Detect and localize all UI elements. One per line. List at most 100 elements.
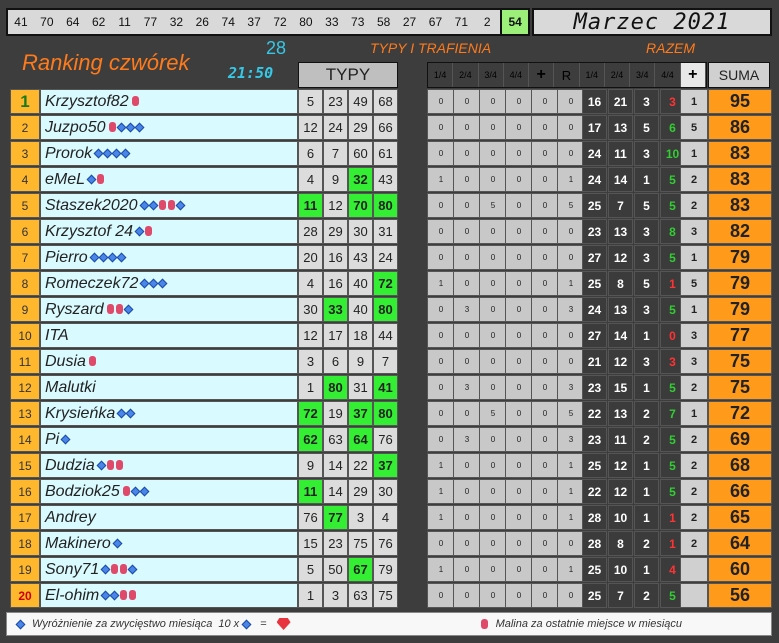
player-name-text: Makinero bbox=[45, 534, 111, 552]
stat-cell: 0 bbox=[557, 219, 585, 244]
footer-equals: = bbox=[260, 618, 267, 630]
razem-cell: 2 bbox=[634, 427, 659, 452]
stat-cell: 1 bbox=[427, 479, 455, 504]
typ-cell: 6 bbox=[323, 349, 348, 374]
player-name-text: Andrey bbox=[45, 508, 96, 526]
typ-cell: 4 bbox=[298, 167, 323, 192]
razem-cell: 12 bbox=[608, 479, 633, 504]
stat-cell: 0 bbox=[505, 167, 533, 192]
raspberry-icon bbox=[480, 619, 488, 629]
typ-cell: 4 bbox=[298, 271, 323, 296]
footer-left-text: Wyróżnienie za zwycięstwo miesiąca bbox=[32, 618, 213, 630]
rank-cell: 7 bbox=[10, 245, 40, 270]
typ-cell: 80 bbox=[323, 375, 348, 400]
razem-cell: 8 bbox=[608, 531, 633, 556]
stat-cell: 0 bbox=[531, 479, 559, 504]
drawn-number: 72 bbox=[273, 15, 287, 29]
typ-cell: 24 bbox=[373, 245, 398, 270]
typ-cell: 80 bbox=[373, 297, 398, 322]
razem-cell: 1 bbox=[634, 479, 659, 504]
stat-cell: 3 bbox=[557, 427, 585, 452]
stat-cell: 0 bbox=[557, 115, 585, 140]
suma-cell: 83 bbox=[708, 193, 772, 218]
razem-cell: 13 bbox=[608, 401, 633, 426]
stat-cell: 0 bbox=[557, 245, 585, 270]
stat-header-cell: 4/4 bbox=[655, 63, 681, 87]
stat-cell: 0 bbox=[427, 193, 455, 218]
razem-cell: 17 bbox=[582, 115, 607, 140]
diamond-icon bbox=[157, 278, 168, 289]
typ-cell: 76 bbox=[373, 427, 398, 452]
razem-cell: 25 bbox=[582, 453, 607, 478]
razem-cell: 10 bbox=[608, 505, 633, 530]
player-name-text: Romeczek72 bbox=[45, 274, 139, 292]
awards bbox=[131, 96, 140, 107]
stat-cell: 0 bbox=[453, 219, 481, 244]
stat-cell: 0 bbox=[479, 297, 507, 322]
typ-cell: 43 bbox=[348, 245, 373, 270]
typ-cell: 72 bbox=[298, 401, 323, 426]
razem-cell: 7 bbox=[608, 583, 633, 608]
typ-cell: 3 bbox=[323, 583, 348, 608]
awards bbox=[106, 304, 134, 315]
player-name: El-ohim bbox=[40, 583, 298, 608]
player-name-text: Dusia bbox=[45, 352, 86, 370]
typ-cell: 76 bbox=[298, 505, 323, 530]
stat-cell: 0 bbox=[453, 479, 481, 504]
plus-cell: 2 bbox=[680, 479, 708, 504]
plus-cell: 2 bbox=[680, 427, 708, 452]
stat-cell: 0 bbox=[505, 557, 533, 582]
plus-cell: 3 bbox=[680, 323, 708, 348]
drawn-number: 37 bbox=[247, 15, 261, 29]
plus-cell: 3 bbox=[680, 349, 708, 374]
player-name: Andrey bbox=[40, 505, 298, 530]
typ-cell: 43 bbox=[373, 167, 398, 192]
stat-cell: 0 bbox=[505, 349, 533, 374]
stat-cell: 0 bbox=[427, 245, 455, 270]
raspberry-icon bbox=[158, 200, 166, 211]
stat-cell: 5 bbox=[479, 401, 507, 426]
typ-cell: 79 bbox=[373, 557, 398, 582]
typ-cell: 3 bbox=[298, 349, 323, 374]
typ-cell: 18 bbox=[348, 323, 373, 348]
player-name-text: Krzysztof82 bbox=[45, 92, 129, 110]
diamond-icon bbox=[109, 590, 120, 601]
rank-cell: 4 bbox=[10, 167, 40, 192]
stat-cell: 0 bbox=[427, 349, 455, 374]
rank-cell: 12 bbox=[10, 375, 40, 400]
drawn-number: 26 bbox=[195, 15, 209, 29]
stat-header-cell: 4/4 bbox=[504, 63, 530, 87]
suma-cell: 75 bbox=[708, 349, 772, 374]
suma-cell: 68 bbox=[708, 453, 772, 478]
diamond-icon bbox=[139, 486, 150, 497]
stat-cell: 0 bbox=[479, 323, 507, 348]
diamond-icon bbox=[127, 564, 138, 575]
section-razem: RAZEM bbox=[646, 40, 695, 56]
drawn-number: 80 bbox=[299, 15, 313, 29]
rank-cell: 19 bbox=[10, 557, 40, 582]
plus-cell bbox=[680, 583, 708, 608]
razem-cell: 2 bbox=[634, 401, 659, 426]
table-row: 8 Romeczek72 4 16 40 72 1 0 0 0 0 1 25 8 5 1 5 79 bbox=[6, 271, 772, 297]
stat-cell: 0 bbox=[479, 427, 507, 452]
drawn-number: 27 bbox=[402, 15, 417, 29]
razem-cell: 23 bbox=[582, 427, 607, 452]
typ-cell: 32 bbox=[348, 167, 373, 192]
diamond-icon bbox=[112, 538, 123, 549]
stat-cell: 0 bbox=[479, 219, 507, 244]
typ-cell: 50 bbox=[323, 557, 348, 582]
typ-cell: 33 bbox=[323, 297, 348, 322]
suma-cell: 66 bbox=[708, 479, 772, 504]
stat-cell: 0 bbox=[427, 89, 455, 114]
suma-cell: 95 bbox=[708, 89, 772, 114]
typ-cell: 63 bbox=[323, 427, 348, 452]
raspberry-icon bbox=[145, 226, 153, 237]
typ-cell: 23 bbox=[323, 531, 348, 556]
typ-cell: 30 bbox=[348, 219, 373, 244]
stat-cell: 0 bbox=[427, 115, 455, 140]
razem-cell: 2 bbox=[634, 583, 659, 608]
typ-cell: 40 bbox=[348, 271, 373, 296]
raspberry-icon bbox=[88, 356, 96, 367]
razem-cell: 3 bbox=[634, 349, 659, 374]
awards bbox=[100, 590, 137, 601]
